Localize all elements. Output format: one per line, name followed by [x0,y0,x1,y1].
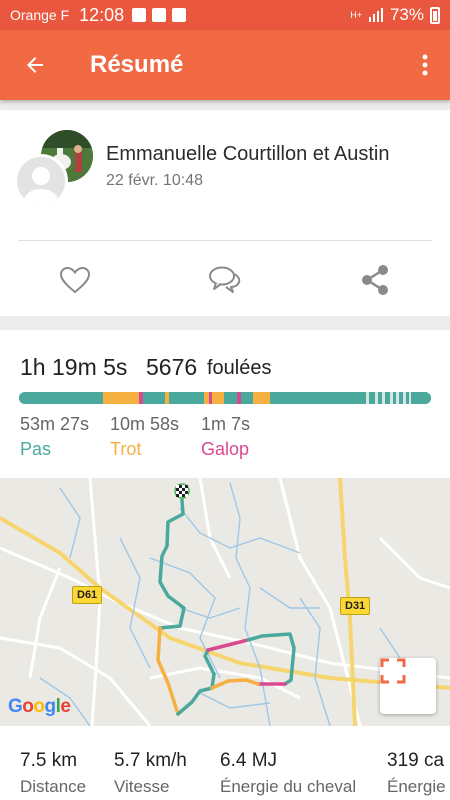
avatar-group [14,130,94,220]
back-button[interactable] [0,30,70,100]
gait-timeline-bar [19,392,431,404]
metrics-row: 7.5 km Distance 5.7 km/h Vitesse 6.4 MJ … [0,726,450,800]
metric-energy: 319 ca Énergie [387,750,446,797]
battery-percent: 73% [389,5,424,24]
metric-horse-energy: 6.4 MJ Énergie du cheval [220,750,356,797]
gait-canter: 1m 7s Galop [201,414,250,460]
gait-trot-time: 10m 58s [110,414,180,434]
metric-distance: 7.5 km Distance [20,750,86,797]
user-avatar[interactable] [14,154,68,208]
expand-icon [380,658,406,684]
share-icon [362,265,388,295]
ride-duration: 1h 19m 5s [20,354,127,381]
road-label-d61: D61 [72,586,103,604]
comment-icon [209,266,241,293]
status-bar: Orange F 12:08 H+ 73% [0,0,450,30]
duration-minutes: 19m [51,354,97,380]
signal-icon [368,8,383,22]
activity-owner-name: Emmanuelle Courtillon et Austin [106,143,390,165]
activity-card: Emmanuelle Courtillon et Austin 22 févr.… [0,110,450,316]
fullscreen-map-button[interactable] [380,658,436,714]
gait-walk-label: Pas [20,439,52,459]
gallery-icon [172,8,187,22]
ride-summary: 1h 19m 5s 5676 foulées 53m 27s Pas 10m 5… [0,330,450,478]
gait-trot: 10m 58s Trot [110,414,179,460]
metric-speed-value: 5.7 km/h [114,750,187,771]
metric-speed: 5.7 km/h Vitesse [114,750,187,797]
more-vert-icon [422,54,428,76]
battery-icon [430,6,440,24]
stride-label: foulées [207,357,272,379]
divider [18,240,432,241]
person-placeholder-icon [24,167,58,205]
route-map[interactable]: D61 D31 Google [0,478,450,726]
app-bar: Résumé [0,30,450,100]
gait-canter-label: Galop [201,439,250,459]
comment-button[interactable] [150,258,300,302]
share-button[interactable] [300,258,450,302]
metric-energy-label: Énergie [387,777,446,796]
metric-horse-energy-value: 6.4 MJ [220,750,278,771]
network-type: H+ [350,10,362,20]
metric-energy-value: 319 ca [387,750,445,771]
gait-walk: 53m 27s Pas [20,414,89,460]
metric-horse-energy-label: Énergie du cheval [220,777,357,796]
road-label-d31: D31 [340,597,371,615]
page-title: Résumé [90,51,184,78]
like-button[interactable] [0,258,150,302]
carrier-label: Orange F [10,7,70,23]
metric-distance-label: Distance [20,777,87,796]
gait-walk-time: 53m 27s [20,414,90,434]
action-row [0,258,450,302]
duration-hours: 1h [20,354,46,380]
google-logo: Google [8,696,71,717]
metric-distance-value: 7.5 km [20,750,78,771]
heart-icon [59,266,91,294]
activity-date: 22 févr. 10:48 [106,172,203,189]
message-icon [152,8,167,22]
clock: 12:08 [79,4,125,25]
metric-speed-label: Vitesse [114,777,170,796]
overflow-menu-button[interactable] [400,30,450,100]
stride-count: 5676 [146,354,198,380]
gait-canter-time: 1m 7s [201,414,251,434]
facebook-icon [132,8,147,22]
gait-trot-label: Trot [110,439,142,459]
duration-seconds: 5s [103,354,128,380]
arrow-left-icon [27,57,43,73]
